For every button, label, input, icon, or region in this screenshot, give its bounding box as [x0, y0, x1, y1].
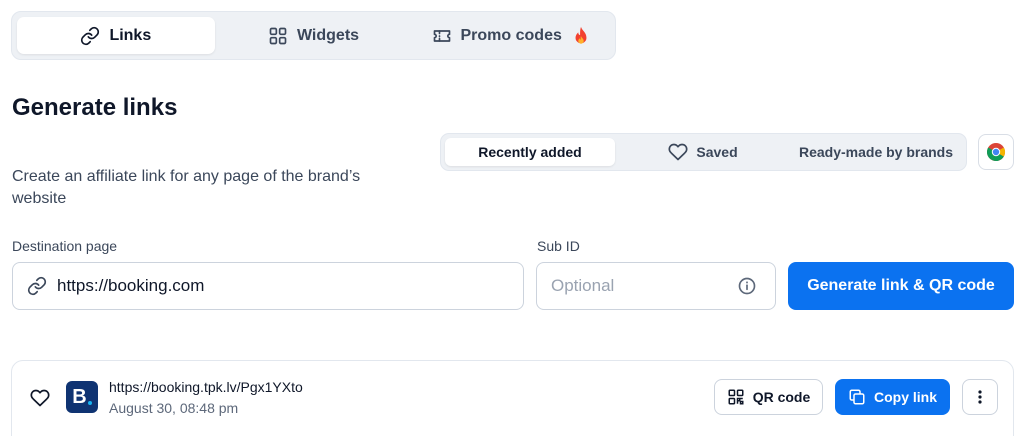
filter-saved[interactable]: Saved [615, 138, 791, 166]
generated-link-date: August 30, 08:48 pm [109, 400, 239, 416]
copy-link-button[interactable]: Copy link [835, 379, 950, 415]
generated-link-url[interactable]: https://booking.tpk.lv/Pgx1YXto [109, 379, 303, 395]
copy-link-label: Copy link [873, 389, 937, 405]
fire-icon [575, 26, 587, 44]
destination-input[interactable]: https://booking.com [12, 262, 524, 310]
info-icon[interactable] [737, 276, 757, 296]
heart-icon[interactable] [30, 388, 50, 408]
qr-code-label: QR code [752, 389, 811, 405]
brand-logo-letter: B [72, 385, 87, 408]
page-title: Generate links [12, 94, 178, 121]
link-result-card: B https://booking.tpk.lv/Pgx1YXto August… [11, 360, 1014, 436]
subid-input[interactable]: Optional [536, 262, 776, 310]
chrome-icon [986, 143, 1006, 162]
tab-widgets[interactable]: Widgets [215, 17, 413, 54]
link-icon [27, 276, 47, 296]
tab-label: Widgets [296, 26, 360, 44]
grid-icon [269, 27, 287, 44]
brand-logo: B [66, 381, 98, 413]
tab-label: Links [109, 26, 152, 44]
subid-placeholder: Optional [551, 276, 615, 295]
filter-ready-made[interactable]: Ready-made by brands [791, 138, 961, 166]
link-icon [81, 26, 100, 45]
tab-promo-codes[interactable]: Promo codes [412, 17, 610, 54]
generate-link-button[interactable]: Generate link & QR code [788, 262, 1014, 310]
subid-label: Sub ID [537, 238, 580, 254]
filter-label: Recently added [478, 144, 582, 160]
chrome-extension-button[interactable] [978, 134, 1014, 170]
links-filter: Recently added Saved Ready-made by brand… [440, 133, 967, 171]
filter-label: Ready-made by brands [798, 144, 954, 160]
page-description: Create an affiliate link for any page of… [12, 168, 361, 207]
more-vertical-icon [978, 390, 982, 404]
destination-label: Destination page [12, 238, 118, 254]
tab-label: Promo codes [460, 26, 562, 44]
heart-icon [668, 143, 688, 161]
copy-icon [849, 389, 865, 405]
more-options-button[interactable] [962, 379, 998, 415]
filter-recently-added[interactable]: Recently added [445, 138, 615, 166]
main-tabs: Links Widgets Promo codes [11, 11, 616, 60]
tab-links[interactable]: Links [17, 17, 215, 54]
destination-value: https://booking.com [57, 276, 205, 295]
ticket-icon [433, 29, 450, 42]
qr-code-button[interactable]: QR code [714, 379, 823, 415]
filter-label: Saved [696, 144, 738, 160]
qr-code-icon [728, 389, 744, 405]
